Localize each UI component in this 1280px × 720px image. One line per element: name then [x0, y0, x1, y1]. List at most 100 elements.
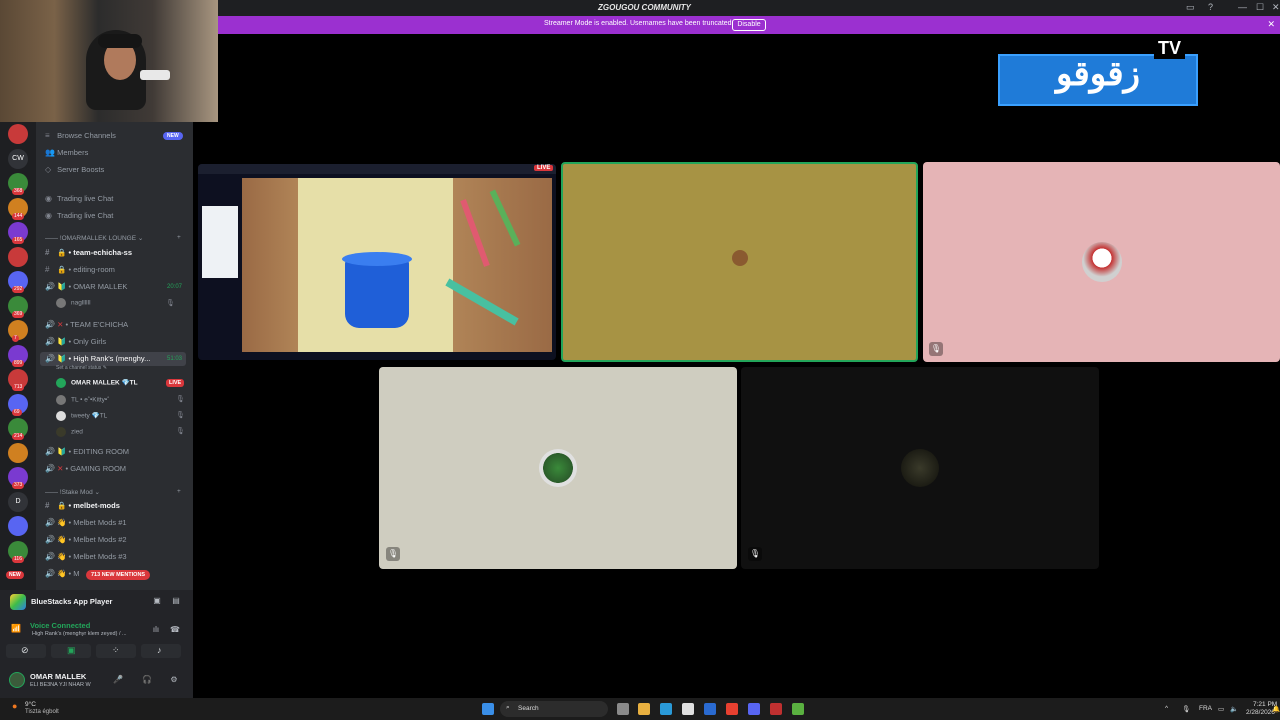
server-icon[interactable] — [8, 442, 28, 463]
participant-tile[interactable] — [561, 162, 918, 362]
screen-share-button[interactable]: ▣ — [51, 644, 91, 658]
voice-editing-room[interactable]: 🔊 🔰 • EDITING ROOM — [45, 447, 129, 456]
edge-icon[interactable] — [660, 703, 672, 715]
channel-trading-live-chat-2[interactable]: ◉ Trading live Chat — [45, 211, 113, 220]
channel-status[interactable]: Set a channel status ✎ — [56, 365, 107, 371]
voice-melbet-1[interactable]: 🔊 👋 • Melbet Mods #1 — [45, 518, 127, 527]
task-view-icon[interactable] — [617, 703, 629, 715]
mail-icon[interactable] — [704, 703, 716, 715]
volume-icon[interactable]: 🔈 — [1230, 705, 1238, 713]
server-icon[interactable]: 165 — [8, 222, 28, 244]
voice-gaming-room[interactable]: 🔊 ✕ • GAMING ROOM — [45, 464, 126, 473]
tray-chevron-icon[interactable]: ^ — [1165, 705, 1168, 712]
server-icon[interactable]: 373 — [8, 467, 28, 489]
weather-desc[interactable]: Tiszta égbolt — [25, 709, 59, 715]
language-indicator[interactable]: FRA — [1199, 705, 1212, 712]
channel-trading-live-chat-1[interactable]: ◉ Trading live Chat — [45, 194, 113, 203]
voice-user-omar[interactable]: OMAR MALLEK 💎TL — [56, 378, 138, 388]
soundboard-button[interactable]: ♪ — [141, 644, 181, 658]
server-icon[interactable] — [8, 516, 28, 536]
voice-omar-mallek[interactable]: 🔊 🔰 • OMAR MALLEK — [45, 282, 127, 291]
bluestacks-icon[interactable] — [792, 703, 804, 715]
category-omarmallek-lounge[interactable]: —— !OMARMALLEK LOUNGE ⌄ + — [45, 234, 181, 242]
file-explorer-icon[interactable] — [638, 703, 650, 715]
server-icon[interactable] — [8, 246, 28, 267]
server-icon[interactable]: 7 — [8, 320, 28, 342]
new-mentions-pill[interactable]: 713 NEW MENTIONS — [86, 570, 151, 580]
app-settings-icon[interactable]: ▤ — [170, 596, 182, 608]
mention-badge: 292 — [12, 286, 25, 293]
minimize-button[interactable]: — — [1238, 2, 1247, 12]
voice-user[interactable]: nagllllll — [56, 298, 91, 308]
maximize-button[interactable]: ☐ — [1256, 2, 1264, 13]
start-icon[interactable] — [482, 703, 494, 715]
discord-icon[interactable] — [748, 703, 760, 715]
server-icon[interactable]: CW — [8, 148, 28, 169]
settings-gear-icon[interactable]: ⚙ — [168, 675, 180, 687]
inbox-icon[interactable]: ▭ — [1186, 2, 1195, 13]
server-icon[interactable]: 116 — [8, 540, 28, 563]
add-channel-icon[interactable]: + — [177, 234, 181, 241]
taskbar-search[interactable]: ⌕ Search — [500, 701, 608, 717]
participant-tile[interactable]: 🎙 — [741, 367, 1099, 569]
voice-high-ranks[interactable]: 🔊 🔰 • High Rank's (menghy... — [40, 352, 186, 366]
screen-share-icon[interactable]: ▣ — [151, 596, 163, 608]
voice-team-echicha[interactable]: 🔊 ✕ • TEAM E'CHICHA — [45, 320, 128, 329]
voice-melbet-3[interactable]: 🔊 👋 • Melbet Mods #3 — [45, 552, 127, 561]
server-icon[interactable]: 368 — [8, 173, 28, 195]
camera-off-icon: ⊘ — [21, 645, 29, 655]
voice-melbet-2[interactable]: 🔊 👋 • Melbet Mods #2 — [45, 535, 127, 544]
microphone-icon[interactable]: 🎤 — [112, 675, 124, 687]
server-icon[interactable]: 292 — [8, 271, 28, 293]
headphones-icon[interactable]: 🎧 — [141, 675, 153, 687]
server-icon[interactable]: 713 — [8, 369, 28, 391]
server-icon[interactable]: 214 — [8, 418, 28, 440]
tray-mic-icon[interactable]: 🎙 — [1182, 705, 1190, 713]
channel-melbet-mods[interactable]: # 🔒 • melbet-mods — [45, 501, 120, 510]
notification-icon[interactable]: 🔔 — [1272, 705, 1280, 713]
server-boosts[interactable]: ◇ Server Boosts — [45, 165, 104, 174]
voice-only-girls[interactable]: 🔊 🔰 • Only Girls — [45, 337, 106, 346]
weather-icon[interactable]: ● — [12, 701, 17, 711]
speaker-icon: 🔊 — [45, 535, 55, 544]
server-icon[interactable]: 69 — [8, 393, 28, 416]
new-server-badge: NEW — [6, 571, 24, 579]
browse-channels[interactable]: ≡ Browse Channels — [45, 131, 116, 140]
disable-streamer-mode-button[interactable]: Disable — [732, 19, 766, 31]
members[interactable]: 👥 Members — [45, 148, 88, 157]
server-icon[interactable]: 369 — [8, 295, 28, 318]
channel-team-echicha[interactable]: # 🔒 • team-echicha-ss — [45, 248, 132, 257]
video-button[interactable]: ⊘ — [6, 644, 46, 658]
voice-user-zied[interactable]: zied — [56, 427, 83, 437]
store-icon[interactable] — [682, 703, 694, 715]
avatar[interactable] — [9, 672, 25, 688]
voice-channel-name[interactable]: High Rank's (menghyr klem zeyed) / ... — [32, 631, 127, 637]
close-button[interactable]: ✕ — [1272, 2, 1280, 13]
stream-tile[interactable]: LIVE — [198, 164, 556, 360]
noise-suppression-icon[interactable]: ılı — [150, 625, 162, 637]
activities-button[interactable]: ⁘ — [96, 644, 136, 658]
live-badge: LIVE — [534, 165, 554, 171]
disconnect-icon[interactable]: ☎ — [169, 625, 181, 637]
server-icon[interactable]: 899 — [8, 344, 28, 367]
add-channel-icon[interactable]: + — [177, 488, 181, 495]
category-stake-mod[interactable]: —— !Stake Mod ⌄ + — [45, 488, 181, 496]
participant-tile[interactable]: 🎙 — [379, 367, 737, 569]
server-icon[interactable]: 144 — [8, 197, 28, 220]
channel-editing-room[interactable]: # 🔒 • editing-room — [45, 265, 115, 274]
app-icon[interactable] — [770, 703, 782, 715]
clock-date[interactable]: 2/28/2026 — [1246, 709, 1275, 716]
help-icon[interactable]: ? — [1208, 2, 1213, 12]
voice-connected-status[interactable]: Voice Connected — [30, 621, 90, 630]
voice-user-tweety[interactable]: tweety 💎TL — [56, 411, 107, 421]
participant-tile[interactable]: 🎙 — [923, 162, 1280, 362]
server-icon[interactable] — [8, 124, 28, 144]
mic-muted-icon: 🎙 — [176, 412, 185, 419]
server-icon[interactable]: D — [8, 491, 28, 512]
voice-melbet-4[interactable]: 🔊 👋 • M — [45, 569, 79, 578]
weather-temp[interactable]: 9°C — [25, 701, 36, 708]
voice-user-kitty[interactable]: TL • e˚•Kitty•˚ — [56, 395, 109, 405]
close-banner-icon[interactable]: ✕ — [1267, 19, 1275, 30]
network-icon[interactable]: ▭ — [1218, 705, 1224, 713]
chrome-icon[interactable] — [726, 703, 738, 715]
